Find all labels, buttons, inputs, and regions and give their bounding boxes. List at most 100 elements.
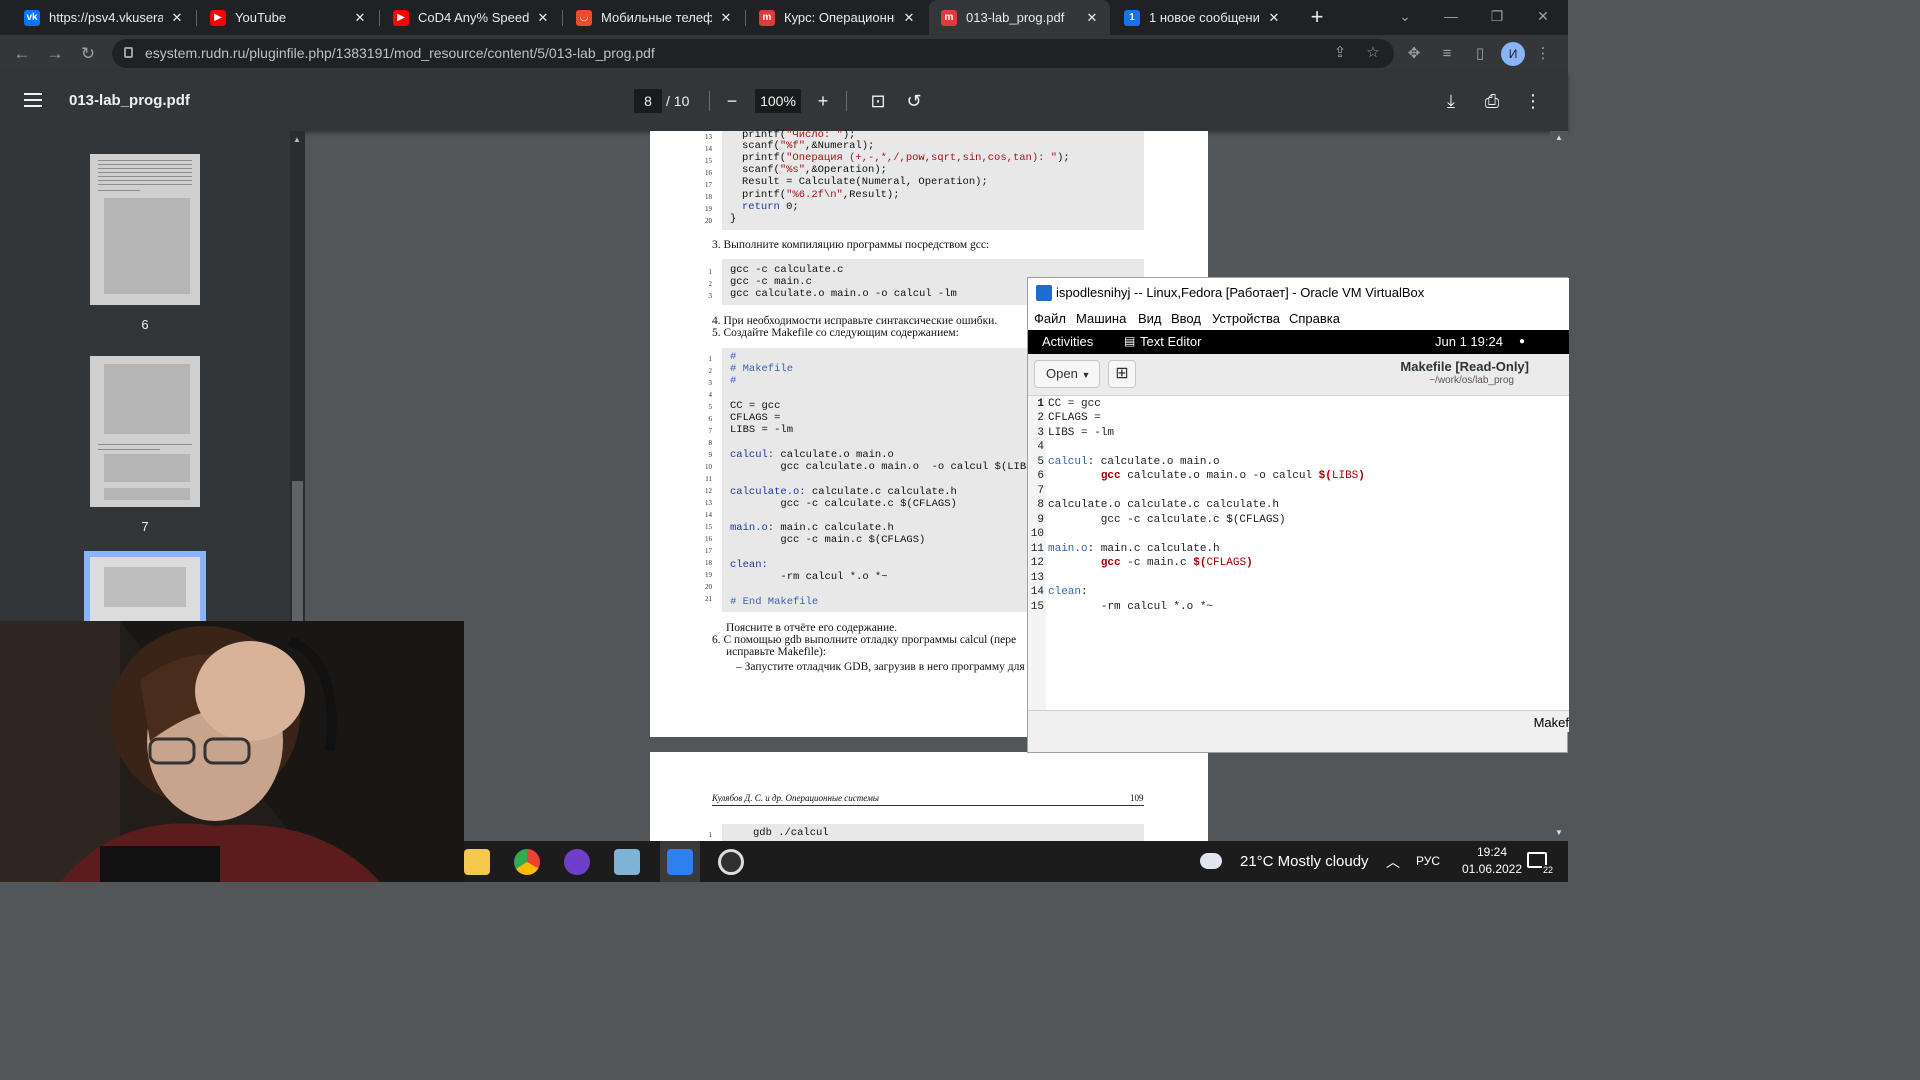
- close-icon[interactable]: ✕: [169, 10, 185, 26]
- code-line: clean:: [730, 559, 768, 571]
- line-number: 1: [1037, 398, 1044, 410]
- close-icon[interactable]: ✕: [535, 10, 551, 26]
- share-icon[interactable]: ⇪: [1327, 40, 1353, 66]
- line-number: 13: [1030, 572, 1044, 584]
- notification-count: 22: [1542, 865, 1555, 875]
- menu-devices[interactable]: Устройства: [1212, 311, 1280, 326]
- language-indicator[interactable]: РУС: [1416, 854, 1440, 868]
- back-icon[interactable]: ←: [9, 41, 35, 67]
- code-line: gcc -c calculate.c: [730, 264, 844, 276]
- line-number: 2: [1037, 412, 1044, 424]
- address-bar[interactable]: esystem.rudn.ru/pluginfile.php/1383191/m…: [112, 39, 1394, 68]
- new-tab-button[interactable]: +: [1304, 4, 1330, 30]
- taskbar-time[interactable]: 19:24: [1464, 845, 1520, 859]
- chrome-menu-icon[interactable]: ⋮: [1530, 41, 1556, 67]
- thumbnail-page-7[interactable]: [90, 356, 200, 507]
- zoom-input[interactable]: 100%: [755, 89, 801, 113]
- menu-input[interactable]: Ввод: [1171, 311, 1201, 326]
- code-line: gcc -c main.c $(CFLAGS): [730, 534, 926, 546]
- youtube-icon: ▶: [210, 9, 226, 26]
- extensions-icon[interactable]: ✥: [1401, 41, 1427, 67]
- page-number-input[interactable]: 8: [634, 89, 662, 113]
- menu-view[interactable]: Вид: [1138, 311, 1162, 326]
- code-line: gdb ./calcul: [753, 827, 829, 839]
- tab-pdf-active[interactable]: m 013-lab_prog.pdf ✕: [929, 0, 1110, 35]
- url-text: esystem.rudn.ru/pluginfile.php/1383191/m…: [145, 45, 655, 61]
- obs-icon[interactable]: [718, 849, 744, 875]
- taskbar: 21°C Mostly cloudy ︿ РУС 19:24 01.06.202…: [464, 841, 1568, 882]
- menu-machine[interactable]: Машина: [1076, 311, 1126, 326]
- menu-icon[interactable]: [24, 93, 42, 95]
- zoom-out-icon[interactable]: −: [720, 89, 744, 113]
- minimize-button[interactable]: —: [1428, 0, 1474, 35]
- tab-youtube[interactable]: ▶ YouTube ✕: [198, 0, 378, 35]
- side-panel-icon[interactable]: ▯: [1467, 41, 1493, 67]
- menu-file[interactable]: Файл: [1034, 311, 1066, 326]
- step-4-text: 4. При необходимости исправьте синтаксич…: [712, 315, 998, 327]
- app-menu[interactable]: Text Editor: [1140, 334, 1201, 349]
- bookmark-star-icon[interactable]: ☆: [1360, 40, 1386, 66]
- tab-title: 1 новое сообщение: [1149, 10, 1260, 25]
- chrome-icon[interactable]: [514, 849, 540, 875]
- youtube-icon: ▶: [393, 9, 409, 26]
- tab-cod4-speedrun[interactable]: ▶ CoD4 Any% Speedrun ✕: [381, 0, 561, 35]
- editor-line: calcul: calculate.o main.o: [1048, 456, 1220, 468]
- chevron-down-icon: ▼: [1081, 370, 1091, 380]
- chevron-up-icon[interactable]: ︿: [1386, 852, 1400, 872]
- activities-button[interactable]: Activities: [1042, 334, 1093, 349]
- tab-new-message[interactable]: 1 1 новое сообщение ✕: [1112, 0, 1292, 35]
- close-icon[interactable]: ✕: [901, 10, 917, 26]
- tab-mobile-phones[interactable]: ◡ Мобильные телефон ✕: [564, 0, 744, 35]
- text-editor-area[interactable]: 1 2 3 4 5 6 7 8 9 10 11 12 13 14 15 CC =…: [1028, 396, 1569, 710]
- close-window-button[interactable]: ✕: [1520, 0, 1566, 35]
- profile-avatar[interactable]: И: [1501, 42, 1525, 66]
- weather-cloud-icon: [1200, 853, 1222, 869]
- menu-help[interactable]: Справка: [1289, 311, 1340, 326]
- tab-strip: vk https://psv4.vkuseraud ✕ ▶ YouTube ✕ …: [0, 0, 1568, 35]
- more-options-icon[interactable]: ⋮: [1521, 89, 1545, 113]
- tab-course-os[interactable]: m Курс: Операционные ✕: [747, 0, 927, 35]
- virtualbox-window[interactable]: ispodlesnihyj -- Linux,Fedora [Работает]…: [1027, 277, 1569, 753]
- restore-button[interactable]: ❐: [1474, 0, 1520, 35]
- close-icon[interactable]: ✕: [718, 10, 734, 26]
- download-icon[interactable]: ⤓: [1439, 89, 1463, 113]
- reload-icon[interactable]: ↻: [75, 41, 101, 67]
- weather-text[interactable]: 21°C Mostly cloudy: [1240, 853, 1369, 870]
- step-3-text: 3. Выполните компиляцию программы посред…: [712, 239, 990, 251]
- browser-toolbar: ← → ↻ esystem.rudn.ru/pluginfile.php/138…: [0, 35, 1568, 72]
- new-document-icon[interactable]: ⊞: [1108, 360, 1136, 388]
- zoom-in-icon[interactable]: +: [811, 89, 835, 113]
- code-line: gcc calculate.o main.o -o calcul $(LIBS): [730, 461, 1039, 473]
- close-icon[interactable]: ✕: [1266, 10, 1282, 26]
- taskbar-date[interactable]: 01.06.2022: [1456, 862, 1528, 876]
- virtualbox-icon[interactable]: [614, 849, 640, 875]
- status-language[interactable]: Makef: [1534, 715, 1569, 730]
- code-line: gcc -c main.c: [730, 276, 812, 288]
- fedora-taskbar-active[interactable]: [660, 841, 700, 882]
- fit-page-icon[interactable]: ⊡: [866, 89, 890, 113]
- notify-icon: 1: [1124, 9, 1140, 26]
- file-explorer-icon[interactable]: [464, 849, 490, 875]
- forward-icon[interactable]: →: [42, 41, 68, 67]
- sidebar-scrollbar[interactable]: ▲: [290, 131, 305, 621]
- close-icon[interactable]: ✕: [352, 10, 368, 26]
- page-total: / 10: [666, 93, 690, 109]
- rotate-icon[interactable]: ↺: [902, 89, 926, 113]
- thumbnail-page-8-selected[interactable]: [84, 551, 206, 621]
- code-line: calculate.o: calculate.c calculate.h: [730, 486, 957, 498]
- print-icon[interactable]: ⎙: [1480, 89, 1504, 113]
- gnome-clock[interactable]: Jun 1 19:24: [1435, 334, 1503, 349]
- github-icon[interactable]: [564, 849, 590, 875]
- close-icon[interactable]: ✕: [1084, 10, 1100, 26]
- tab-search-icon[interactable]: ⌄: [1382, 0, 1428, 35]
- open-button[interactable]: Open ▼: [1034, 360, 1100, 388]
- line-number: 4: [1037, 441, 1044, 453]
- webcam-overlay: [0, 621, 464, 882]
- tab-vk[interactable]: vk https://psv4.vkuseraud ✕: [12, 0, 195, 35]
- gedit-statusbar: Makef: [1028, 710, 1569, 732]
- code-line: calcul: calculate.o main.o: [730, 449, 894, 461]
- pdf-icon: m: [941, 9, 957, 26]
- code-line: #: [730, 375, 737, 387]
- media-icon[interactable]: ≡: [1434, 41, 1460, 67]
- thumbnail-page-6[interactable]: [90, 154, 200, 305]
